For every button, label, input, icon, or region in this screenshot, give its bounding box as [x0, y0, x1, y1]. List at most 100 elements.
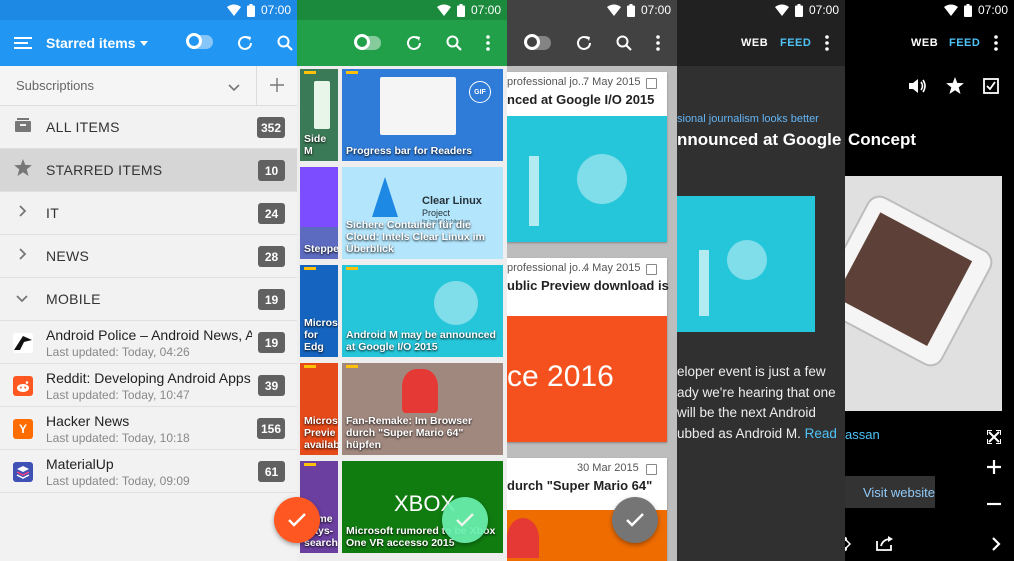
card-headline: durch "Super Mario 64" [507, 478, 653, 493]
read-more-link[interactable]: Read [805, 426, 837, 441]
grid-tile[interactable]: Fan-Remake: Im Browser durch "Super Mari… [342, 363, 503, 455]
category-news[interactable]: NEWS 28 [0, 235, 297, 278]
grid-tile[interactable]: Micros Previe availab [300, 363, 338, 455]
refresh-icon[interactable] [403, 32, 425, 54]
toggle-switch[interactable] [186, 32, 214, 52]
volume-icon[interactable] [909, 78, 927, 99]
feed-android-police[interactable]: Android Police – Android News, A... Last… [0, 321, 297, 364]
divider [256, 66, 257, 106]
chevron-right-icon[interactable] [19, 247, 31, 265]
article-card[interactable]: professional jo... 7 May 2015 nced at Go… [507, 72, 667, 242]
category-all-items[interactable]: ALL ITEMS 352 [0, 106, 297, 149]
phone-image [845, 190, 998, 372]
mark-read-checkbox[interactable] [646, 264, 657, 275]
logo-title: Clear Linux [422, 195, 482, 207]
star-icon[interactable] [946, 77, 964, 99]
app-bar: WEB FEED [845, 20, 1014, 66]
search-icon[interactable] [443, 32, 465, 54]
app-title[interactable]: Starred items [46, 35, 135, 51]
refresh-icon[interactable] [573, 32, 595, 54]
category-starred-items[interactable]: STARRED ITEMS 10 [0, 149, 297, 192]
more-vert-icon[interactable] [989, 32, 1003, 54]
article-source[interactable]: sional journalism looks better [677, 113, 819, 125]
author-link[interactable]: assan [845, 427, 880, 442]
dropdown-arrow-icon[interactable] [140, 40, 149, 46]
grid-tile[interactable]: GIF Progress bar for Readers [342, 69, 503, 161]
card-source: professional jo... [507, 76, 588, 88]
chevron-down-icon[interactable] [228, 79, 240, 97]
more-vert-icon[interactable] [651, 32, 665, 54]
card-headline: nced at Google I/O 2015 [507, 92, 655, 107]
unread-marker [346, 71, 358, 74]
article-headline: Concept [848, 130, 916, 149]
unread-marker [304, 365, 316, 368]
grid-tile[interactable]: Steppe [300, 167, 338, 259]
feed-materialup[interactable]: MaterialUp Last updated: Today, 09:09 61 [0, 450, 297, 493]
grid-tile[interactable]: Micros for Edg [300, 265, 338, 357]
fullscreen-icon[interactable] [986, 429, 1002, 449]
search-icon[interactable] [613, 32, 635, 54]
mark-read-checkbox[interactable] [646, 464, 657, 475]
menu-icon[interactable] [0, 20, 46, 66]
toggle-switch[interactable] [353, 33, 383, 53]
battery-icon [456, 3, 465, 17]
article-card[interactable]: professional jo... 4 May 2015 ublic Prev… [507, 258, 669, 442]
more-vert-icon[interactable] [820, 32, 834, 54]
star-icon [14, 159, 32, 181]
tile-caption: Android M may be announced at Google I/O… [346, 329, 496, 353]
mario-image [402, 369, 438, 413]
chevron-right-icon[interactable] [19, 204, 31, 222]
logo-sub: Project [422, 208, 451, 218]
web-tab[interactable]: WEB [741, 37, 768, 49]
battery-icon [626, 3, 635, 17]
subscriptions-header[interactable]: Subscriptions [0, 66, 297, 106]
article-headline: nnounced at Google [677, 130, 842, 149]
open-external-icon[interactable] [876, 535, 894, 556]
category-label: ALL ITEMS [46, 119, 120, 135]
visit-website-button[interactable]: Visit website [845, 476, 935, 508]
category-it[interactable]: IT 24 [0, 192, 297, 235]
tile-caption: Sichere Container für die Cloud: Intels … [346, 219, 485, 255]
mark-read-icon[interactable] [983, 78, 999, 99]
refresh-icon[interactable] [234, 32, 256, 54]
battery-icon [794, 3, 803, 17]
mark-all-read-fab[interactable] [612, 497, 658, 543]
grid-tile[interactable]: Clear Linux Project for Intel® Architect… [342, 167, 503, 259]
unread-marker [304, 463, 316, 466]
mark-all-read-fab[interactable] [274, 497, 320, 543]
unread-count-badge: 19 [258, 289, 285, 310]
more-vert-icon[interactable] [481, 32, 495, 54]
unread-count-badge: 24 [258, 203, 285, 224]
feed-hacker-news[interactable]: Y Hacker News Last updated: Today, 10:18… [0, 407, 297, 450]
status-time: 07:00 [470, 3, 501, 17]
mark-read-checkbox[interactable] [646, 78, 657, 89]
chevron-down-icon[interactable] [16, 290, 31, 308]
battery-icon [246, 3, 255, 17]
zoom-in-icon[interactable] [987, 460, 1001, 479]
card-source: professional jo... [507, 262, 588, 274]
feed-tab[interactable]: FEED [949, 37, 980, 49]
grid-tile[interactable]: Side M [300, 69, 338, 161]
battery-icon [963, 3, 972, 17]
web-tab[interactable]: WEB [911, 37, 938, 49]
feed-tab[interactable]: FEED [780, 37, 811, 49]
card-date: 7 May 2015 [583, 76, 641, 88]
next-article-icon[interactable] [992, 537, 1001, 556]
grid-tile[interactable]: Android M may be announced at Google I/O… [342, 265, 503, 357]
status-bar: 07:00 [845, 0, 1014, 20]
toggle-switch[interactable] [523, 33, 553, 53]
zoom-out-icon[interactable] [987, 493, 1001, 511]
hacker-news-icon: Y [13, 419, 33, 439]
android-police-icon [13, 333, 33, 353]
add-icon[interactable] [270, 78, 284, 97]
article-image [845, 176, 1002, 411]
unread-count-badge: 10 [258, 160, 285, 181]
mark-all-read-fab[interactable] [442, 497, 488, 543]
unread-count-badge: 19 [258, 332, 285, 353]
feed-updated: Last updated: Today, 10:47 [46, 388, 190, 402]
search-icon[interactable] [274, 32, 296, 54]
tile-image [380, 77, 456, 135]
share-icon[interactable] [845, 536, 852, 557]
category-mobile[interactable]: MOBILE 19 [0, 278, 297, 321]
feed-reddit[interactable]: Reddit: Developing Android Apps Last upd… [0, 364, 297, 407]
